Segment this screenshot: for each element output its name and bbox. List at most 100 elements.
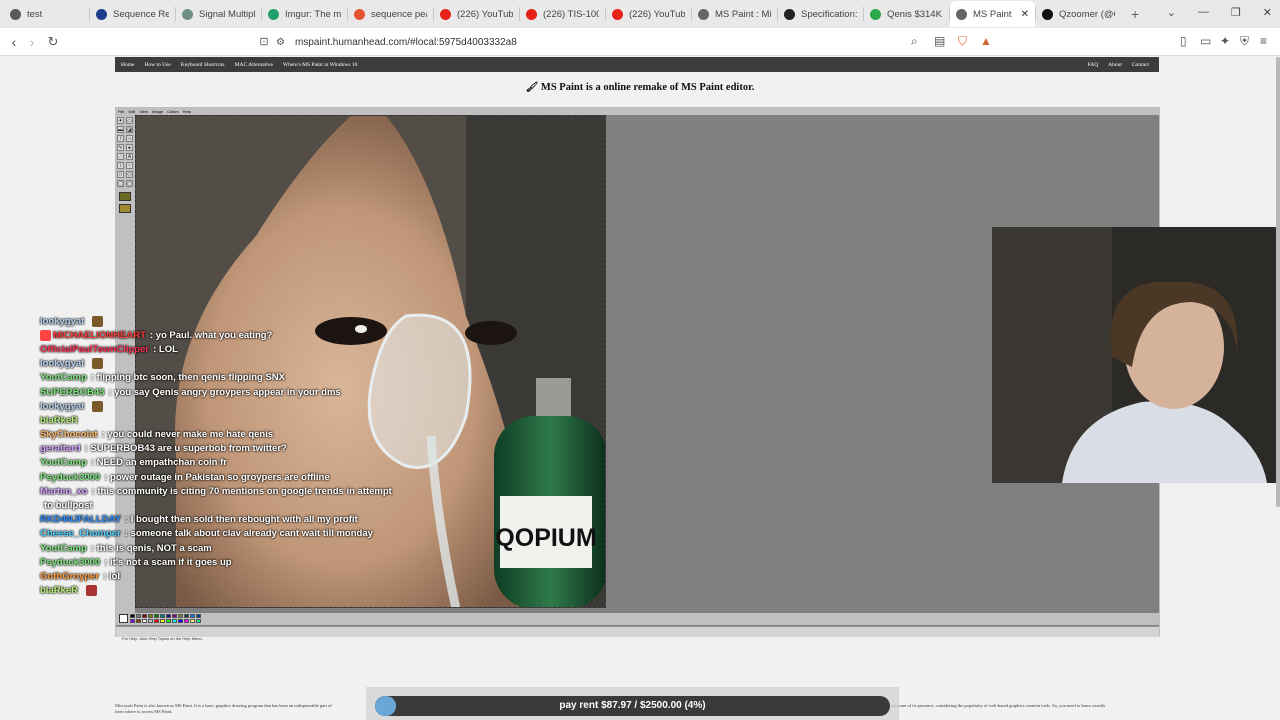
back-icon[interactable]: ‹ (4, 34, 24, 50)
wallet-icon[interactable]: ▭ (1200, 34, 1211, 48)
menu-image[interactable]: Image (152, 108, 163, 115)
browser-tab[interactable]: test (4, 1, 89, 27)
new-tab-button[interactable]: + (1131, 6, 1139, 22)
pencil-tool-icon[interactable]: ✎ (117, 144, 124, 151)
current-color-icon[interactable] (119, 614, 128, 623)
tab-close-icon[interactable]: ✕ (1021, 9, 1029, 20)
palette-swatch[interactable] (130, 614, 135, 618)
leo-icon[interactable]: ✦ (1220, 34, 1230, 48)
palette-swatch[interactable] (142, 614, 147, 618)
palette-swatch[interactable] (172, 619, 177, 623)
menu-icon[interactable]: ≡ (1260, 34, 1267, 48)
brush-tool-icon[interactable]: ♠ (126, 144, 133, 151)
palette-swatch[interactable] (148, 614, 153, 618)
tab-search-icon[interactable]: ⌄ (1167, 6, 1176, 19)
menu-view[interactable]: View (139, 108, 148, 115)
palette-swatch[interactable] (154, 619, 159, 623)
browser-tab[interactable]: sequence pea (348, 1, 433, 27)
nav-about-link[interactable]: About (1108, 62, 1122, 68)
bookmark-icon[interactable]: ⊡ (254, 35, 274, 48)
eraser-tool-icon[interactable]: ▬ (117, 126, 124, 133)
palette-swatch[interactable] (196, 619, 201, 623)
url-text[interactable]: mspaint.humanhead.com/#local:5975d400333… (295, 37, 517, 48)
palette-swatch[interactable] (178, 619, 183, 623)
url-field[interactable]: ⚙ mspaint.humanhead.com/#local:5975d4003… (276, 31, 996, 53)
forward-icon[interactable]: › (22, 34, 42, 50)
browser-tab[interactable]: Specification: (778, 1, 863, 27)
rewards-icon[interactable]: ▲ (980, 34, 992, 48)
tab-favicon-icon (268, 8, 279, 20)
sidebar-icon[interactable]: ▯ (1180, 34, 1187, 48)
menu-help[interactable]: Help (183, 108, 191, 115)
menu-colors[interactable]: Colors (167, 108, 179, 115)
zoom-icon[interactable]: ⌕ (911, 34, 918, 49)
palette-swatch[interactable] (184, 619, 189, 623)
browser-tab[interactable]: (226) YouTube (606, 1, 691, 27)
tool-option-icon[interactable] (119, 192, 131, 201)
maximize-button[interactable]: ❐ (1231, 6, 1241, 19)
palette-swatch[interactable] (154, 614, 159, 618)
nav-mac-link[interactable]: MAC Alternative (235, 62, 273, 68)
palette-swatch[interactable] (142, 619, 147, 623)
menu-file[interactable]: File (118, 108, 124, 115)
reader-icon[interactable]: ▤ (934, 34, 945, 48)
browser-tab[interactable]: (226) YouTube (434, 1, 519, 27)
palette-swatch[interactable] (148, 619, 153, 623)
palette-swatch[interactable] (172, 614, 177, 618)
airbrush-tool-icon[interactable]: ∴ (117, 153, 124, 160)
donation-goal-bar: pay rent $87.97 / $2500.00 (4%) (366, 687, 899, 720)
browser-tab[interactable]: MS Paint : Mic (692, 1, 777, 27)
ellipse-tool-icon[interactable]: ◯ (117, 180, 124, 187)
palette-swatch[interactable] (196, 614, 201, 618)
nav-how-to-use-link[interactable]: How to Use (144, 62, 170, 68)
browser-tab[interactable]: Imgur: The ma (262, 1, 347, 27)
menu-edit[interactable]: Edit (128, 108, 135, 115)
close-window-button[interactable]: ✕ (1263, 6, 1272, 19)
rounded-rect-tool-icon[interactable]: ▢ (126, 180, 133, 187)
chat-username: Psyduck3000 (40, 556, 101, 568)
browser-tab[interactable]: Signal Multipli (176, 1, 261, 27)
browser-tab[interactable]: Qzoomer (@C (1036, 1, 1121, 27)
nav-contact-link[interactable]: Contact (1132, 62, 1149, 68)
rectangle-tool-icon[interactable]: □ (117, 171, 124, 178)
polygon-tool-icon[interactable]: ⬠ (126, 171, 133, 178)
magnifier-tool-icon[interactable]: ○ (126, 135, 133, 142)
nav-home-link[interactable]: Home (121, 62, 134, 68)
browser-tab[interactable]: Qenis $314K | (864, 1, 949, 27)
site-settings-icon[interactable]: ⚙ (276, 37, 285, 48)
chat-username: geraltard (40, 443, 81, 455)
palette-swatch[interactable] (136, 619, 141, 623)
nav-shortcuts-link[interactable]: Keyboard Shortcuts (181, 62, 225, 68)
palette-swatch[interactable] (136, 614, 141, 618)
palette-swatch[interactable] (166, 614, 171, 618)
palette-swatch[interactable] (166, 619, 171, 623)
fill-tool-icon[interactable]: ◪ (126, 126, 133, 133)
goal-progress-track: pay rent $87.97 / $2500.00 (4%) (375, 696, 890, 716)
browser-tab[interactable]: MS Paint ✕ (950, 1, 1035, 27)
palette-swatch[interactable] (130, 619, 135, 623)
tool-option-icon[interactable] (119, 204, 131, 213)
reload-icon[interactable]: ↻ (43, 34, 63, 50)
chat-username: SkyChocolat (40, 429, 98, 441)
line-tool-icon[interactable]: \ (117, 162, 124, 169)
browser-tab[interactable]: (226) TIS-100 (520, 1, 605, 27)
chat-message: Cheese_Chomper: someone talk about clav … (40, 527, 420, 541)
rect-select-tool-icon[interactable]: ▭ (126, 117, 133, 124)
palette-swatch[interactable] (160, 614, 165, 618)
palette-swatch[interactable] (160, 619, 165, 623)
picker-tool-icon[interactable]: / (117, 135, 124, 142)
nav-windows10-link[interactable]: Where's MS Paint in Windows 10 (283, 62, 357, 68)
palette-swatch[interactable] (178, 614, 183, 618)
free-select-tool-icon[interactable]: ✦ (117, 117, 124, 124)
browser-tab[interactable]: Sequence Revi (90, 1, 175, 27)
palette-swatch[interactable] (184, 614, 189, 618)
nav-faq-link[interactable]: FAQ (1088, 62, 1099, 68)
curve-tool-icon[interactable]: ~ (126, 162, 133, 169)
palette-swatch[interactable] (190, 614, 195, 618)
palette-swatch[interactable] (190, 619, 195, 623)
vpn-icon[interactable]: ⛨ (1240, 34, 1249, 49)
brave-shield-icon[interactable]: ⛉ (958, 34, 967, 49)
minimize-button[interactable]: — (1198, 6, 1209, 19)
page-scrollbar[interactable] (1276, 57, 1280, 507)
text-tool-icon[interactable]: A (126, 153, 133, 160)
